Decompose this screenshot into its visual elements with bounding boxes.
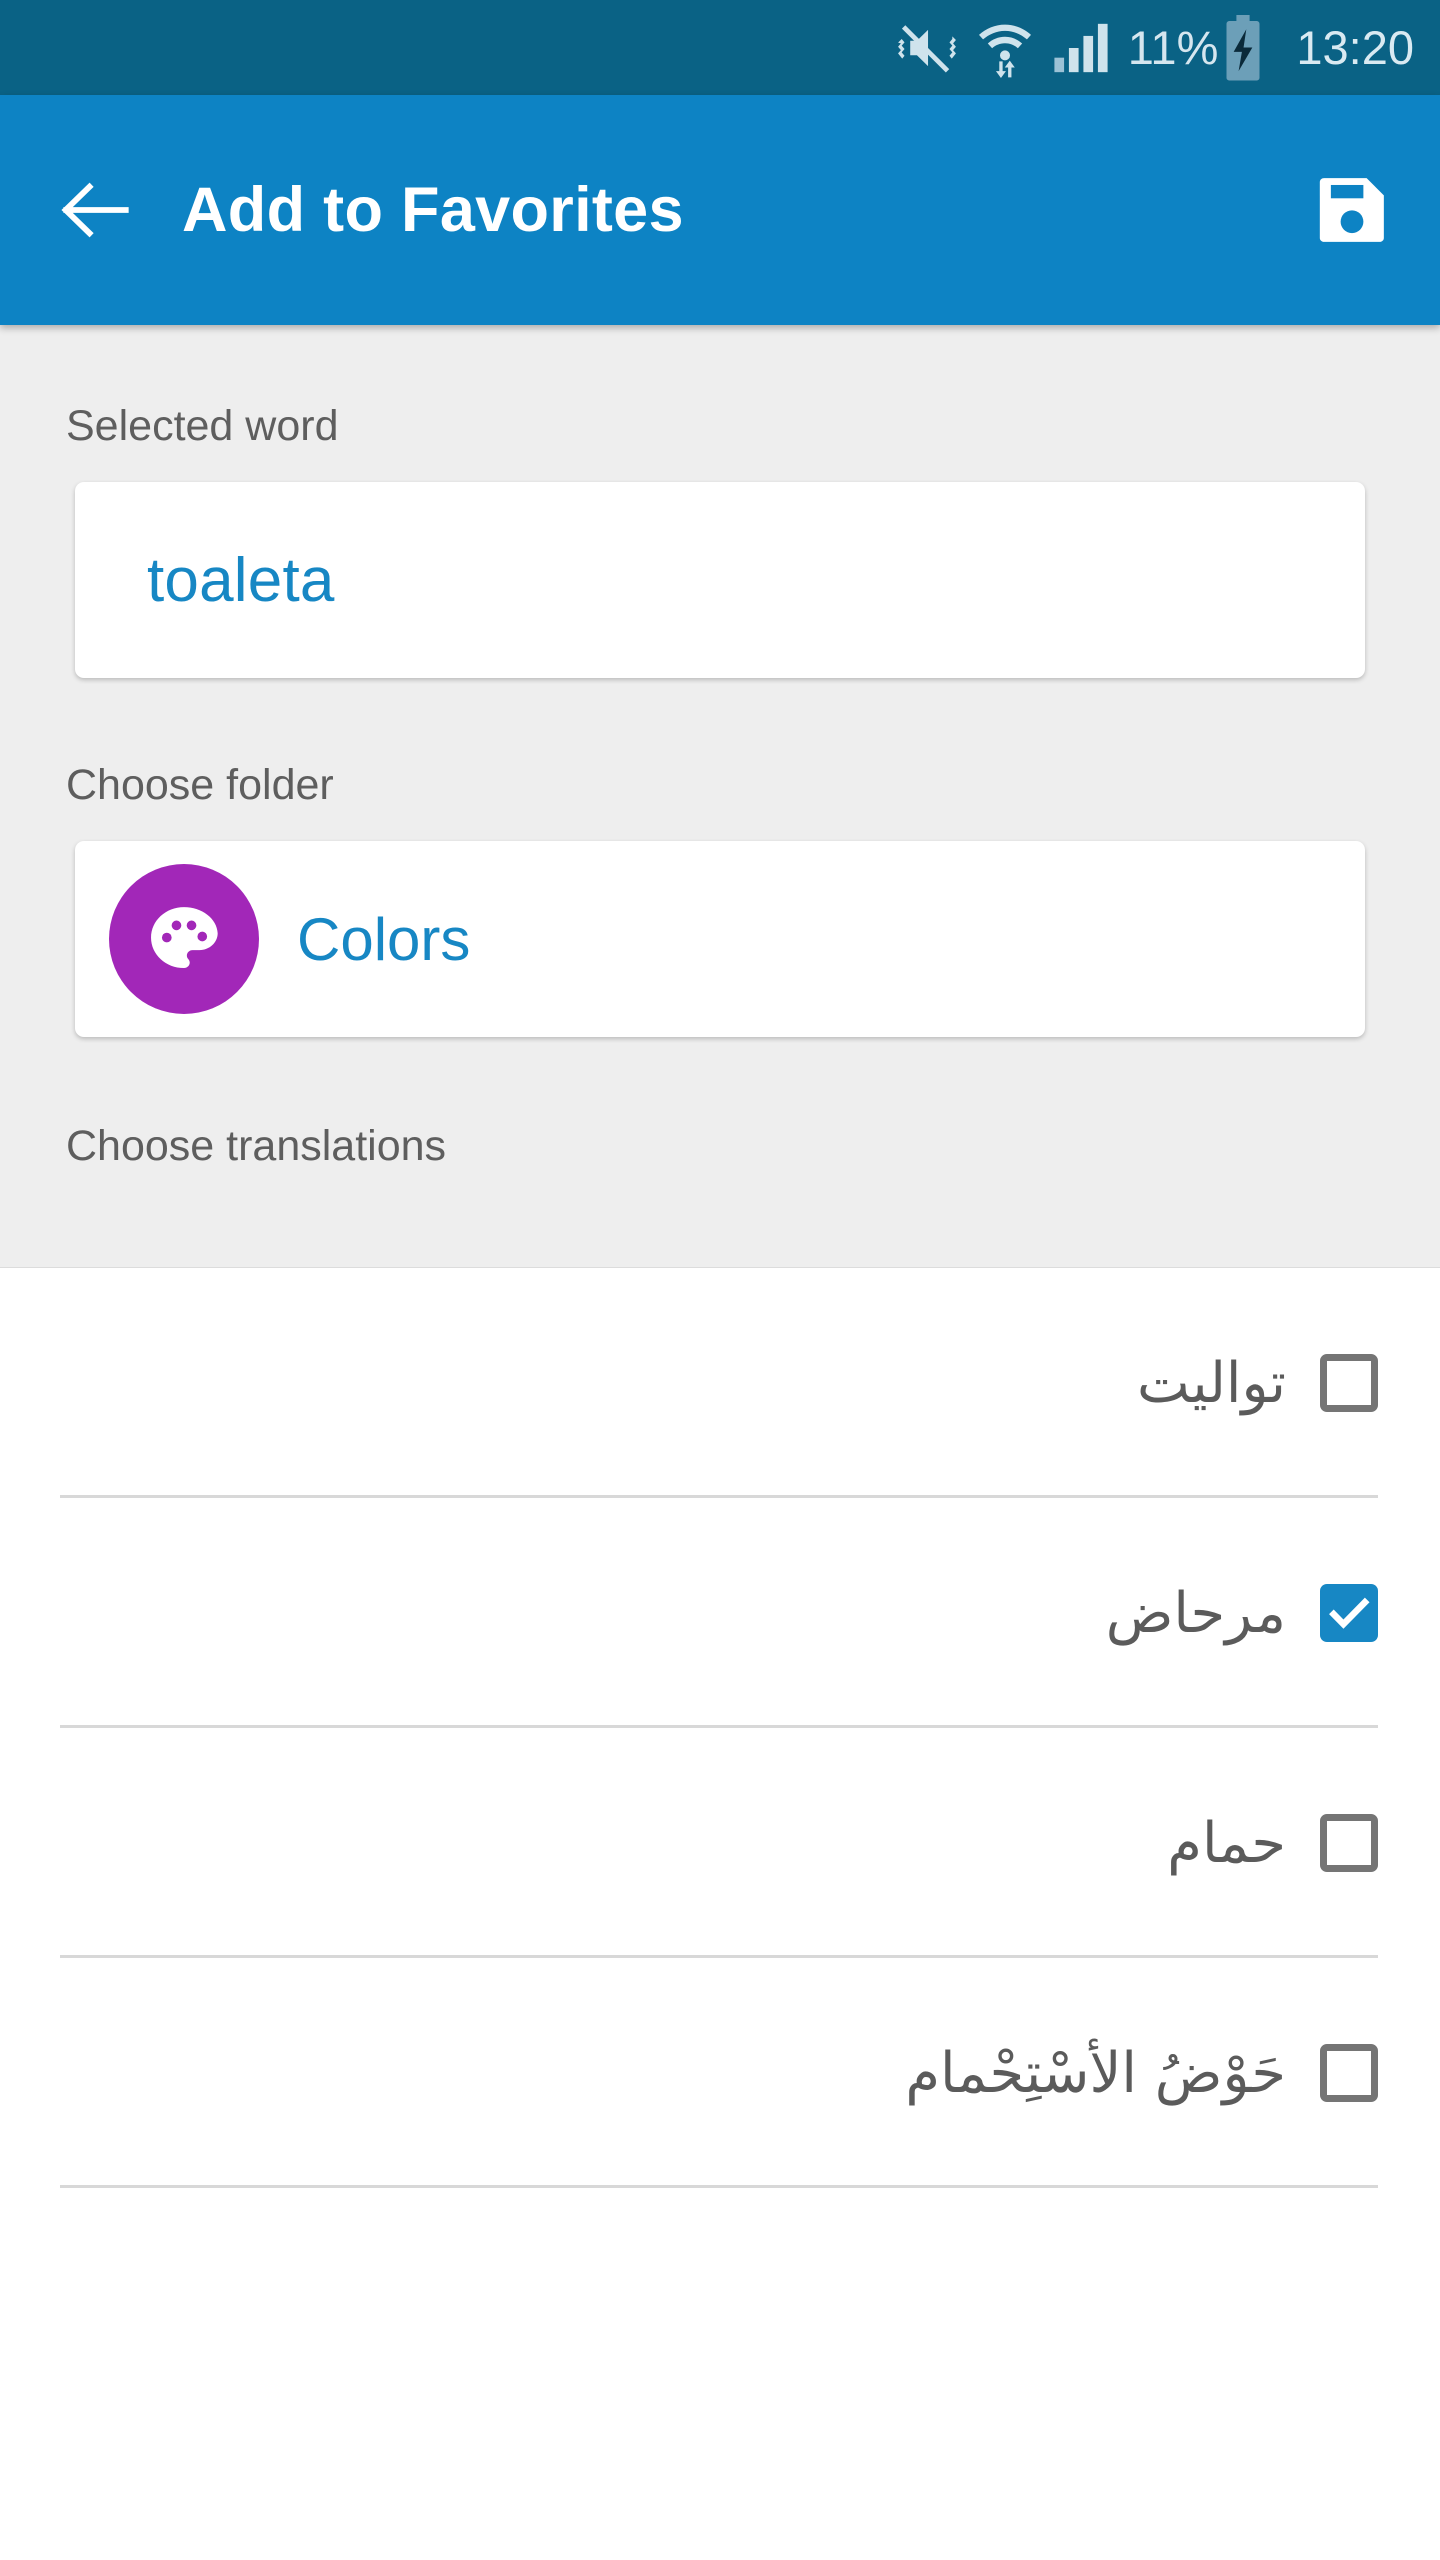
translation-label: مرحاض xyxy=(1105,1580,1286,1646)
selected-word-field[interactable]: toaleta xyxy=(75,482,1365,678)
translation-checkbox-unchecked[interactable] xyxy=(1320,2044,1378,2102)
folder-name-label: Colors xyxy=(297,905,471,973)
palette-icon xyxy=(109,864,259,1014)
battery-percent-label: 11% xyxy=(1127,21,1219,74)
form-section: Selected word toaleta Choose folder Colo… xyxy=(0,325,1440,1268)
translation-row[interactable]: تواليت xyxy=(0,1268,1440,1498)
selected-word-value: toaleta xyxy=(147,545,335,615)
row-divider xyxy=(60,2185,1378,2188)
choose-folder-label: Choose folder xyxy=(66,761,334,809)
app-bar: Add to Favorites xyxy=(0,95,1440,325)
translation-label: حمام xyxy=(1167,1810,1286,1876)
selected-word-label: Selected word xyxy=(66,402,339,450)
translation-checkbox-unchecked[interactable] xyxy=(1320,1814,1378,1872)
translation-row[interactable]: حمام xyxy=(0,1728,1440,1958)
translation-label: تواليت xyxy=(1136,1350,1286,1416)
status-bar-clock: 13:20 xyxy=(1296,21,1414,74)
choose-translations-label: Choose translations xyxy=(66,1122,447,1170)
folder-selector[interactable]: Colors xyxy=(75,841,1365,1037)
battery-status-group: 11% xyxy=(1127,14,1265,81)
back-arrow-icon[interactable] xyxy=(52,167,138,253)
translation-label: حَوْضُ الأسْتِحْمام xyxy=(905,2040,1286,2106)
wifi-data-icon xyxy=(976,17,1034,79)
translation-row[interactable]: مرحاض xyxy=(0,1498,1440,1728)
page-title: Add to Favorites xyxy=(182,175,684,245)
translation-row[interactable]: حَوْضُ الأسْتِحْمام xyxy=(0,1958,1440,2188)
vibrate-mute-icon xyxy=(896,17,958,79)
translation-checkbox-checked[interactable] xyxy=(1320,1584,1378,1642)
cellular-signal-icon xyxy=(1052,19,1110,77)
status-icons-group: 11% 13:20 xyxy=(896,14,1414,81)
status-bar: 11% 13:20 xyxy=(0,0,1440,95)
floppy-disk-save-icon[interactable] xyxy=(1304,162,1400,258)
translation-checkbox-unchecked[interactable] xyxy=(1320,1354,1378,1412)
battery-charging-icon xyxy=(1222,14,1264,81)
translations-list: تواليت مرحاض حمام حَوْضُ الأسْتِحْمام xyxy=(0,1268,1440,2188)
